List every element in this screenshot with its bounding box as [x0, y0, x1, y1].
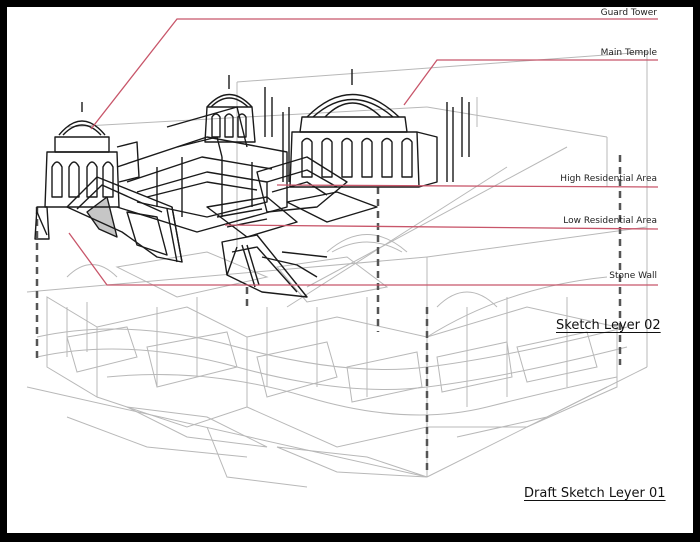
layer-label-sketch-02: Sketch Leyer 02 [556, 318, 661, 333]
callout-line-stone-wall [68, 232, 658, 286]
callout-lines [68, 18, 659, 286]
illustration [26, 18, 659, 488]
callout-label-guard-tower: Guard Tower [600, 8, 657, 18]
image-frame: Guard Tower Main Temple High Residential… [0, 0, 700, 542]
vertical-guides [35, 155, 622, 474]
sketch-layer-02 [34, 69, 470, 298]
stone-wall-drawing [66, 176, 328, 298]
sketch-canvas: Guard Tower Main Temple High Residential… [7, 7, 693, 533]
guard-tower-drawing [34, 102, 140, 240]
callout-label-stone-wall: Stone Wall [609, 271, 657, 281]
callout-line-guard-tower [90, 18, 658, 130]
main-temple-drawing [282, 69, 470, 188]
layer-label-draft-01: Draft Sketch Leyer 01 [524, 486, 666, 501]
callout-label-low-residential: Low Residential Area [563, 216, 657, 226]
callout-label-high-residential: High Residential Area [560, 174, 657, 184]
callout-label-main-temple: Main Temple [600, 48, 657, 58]
